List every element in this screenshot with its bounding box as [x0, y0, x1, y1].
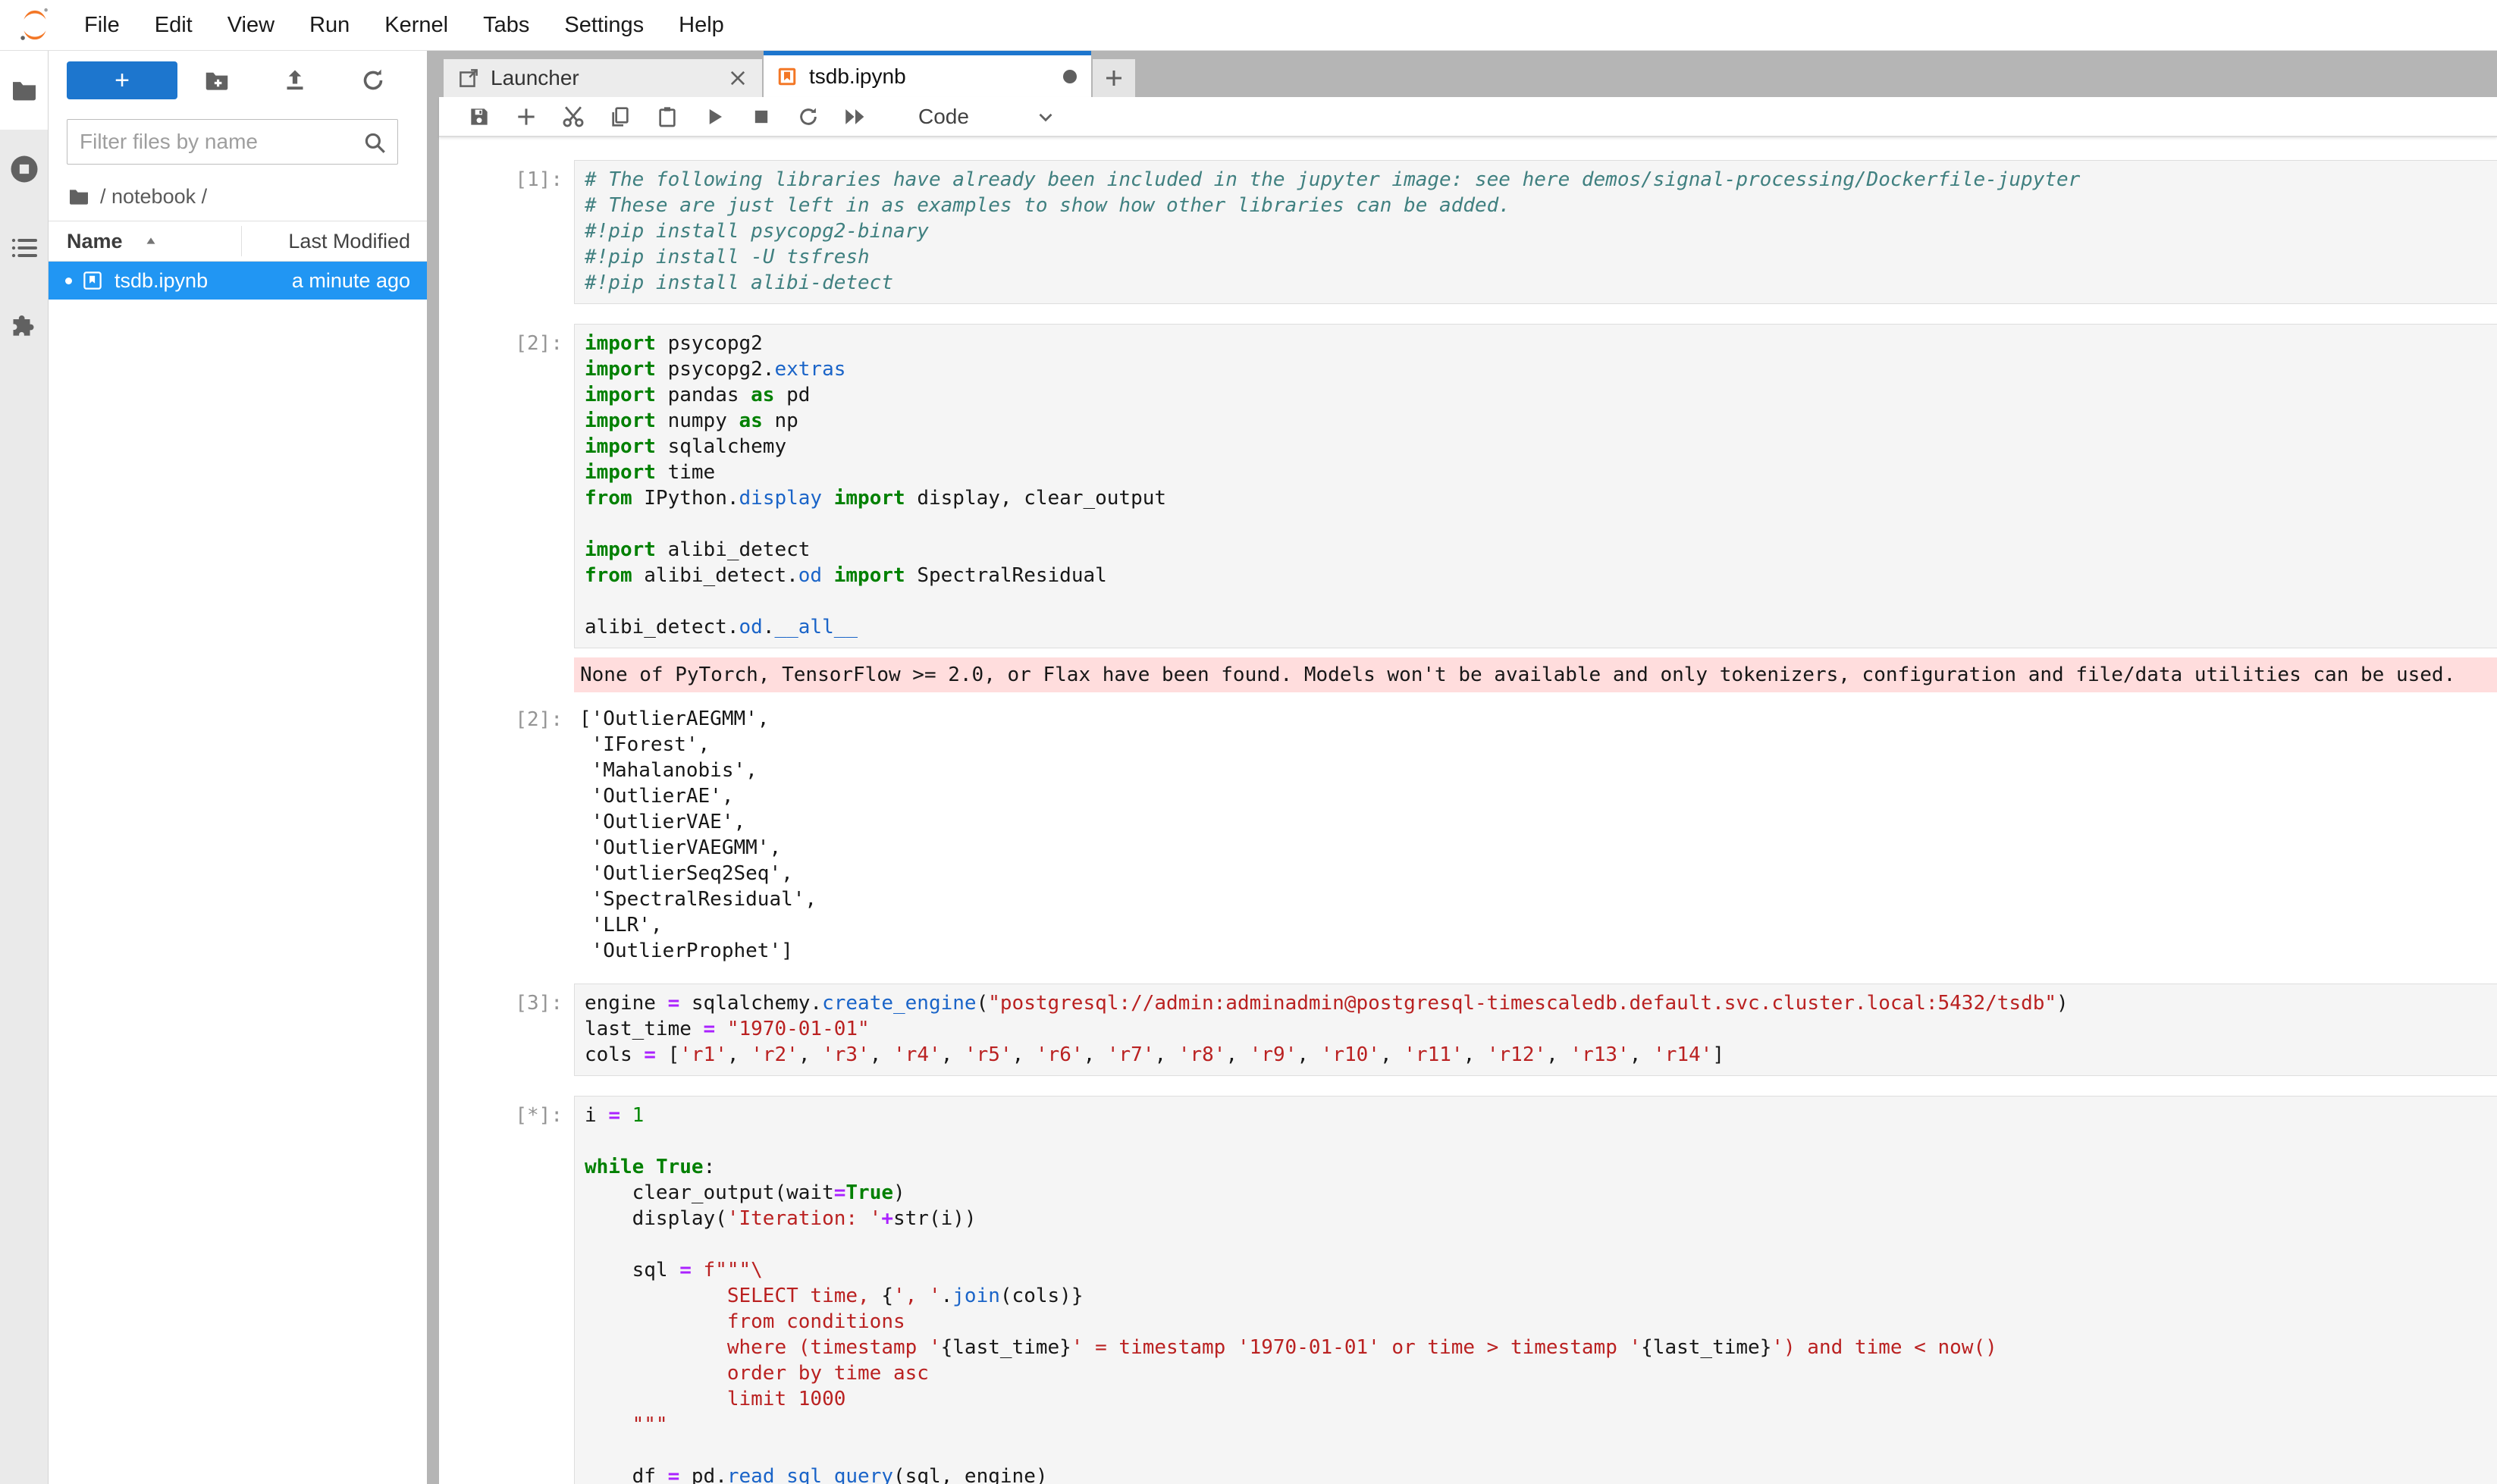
file-row-selected[interactable]: tsdb.ipynb a minute ago — [49, 262, 427, 300]
tab-bar: Launcher tsdb.ipynb — [439, 51, 2497, 97]
filter-files-input[interactable] — [67, 119, 398, 165]
notebook-cell: [1]:# The following libraries have alrea… — [439, 160, 2497, 304]
notebook-file-icon — [81, 269, 104, 292]
menu-bar: File Edit View Run Kernel Tabs Settings … — [0, 0, 2497, 51]
code-cell-input[interactable]: import psycopg2 import psycopg2.extras i… — [574, 324, 2497, 648]
copy-cell-icon[interactable] — [597, 100, 644, 133]
activity-bar — [0, 51, 49, 1484]
menu-settings[interactable]: Settings — [547, 13, 661, 38]
save-icon[interactable] — [456, 100, 503, 133]
plus-icon — [1103, 67, 1125, 89]
notebook-cell: [3]:engine = sqlalchemy.create_engine("p… — [439, 984, 2497, 1076]
restart-kernel-icon[interactable] — [785, 100, 832, 133]
cell-input-row: [2]:import psycopg2 import psycopg2.extr… — [439, 324, 2497, 648]
unsaved-dot-icon — [65, 278, 72, 284]
upload-icon[interactable] — [256, 61, 334, 99]
file-browser-panel: + / notebook / Name Last Modif — [49, 51, 427, 1484]
breadcrumb-path: / notebook / — [100, 185, 207, 209]
file-browser-icon[interactable] — [0, 51, 48, 130]
tab-notebook-label: tsdb.ipynb — [809, 64, 1061, 89]
search-icon — [362, 130, 387, 155]
paste-cell-icon[interactable] — [644, 100, 691, 133]
code-cell-input[interactable]: # The following libraries have already b… — [574, 160, 2497, 304]
menu-kernel[interactable]: Kernel — [367, 13, 466, 38]
output-prompt-empty — [439, 657, 574, 692]
notebook-cell: [2]:import psycopg2 import psycopg2.extr… — [439, 324, 2497, 964]
sidebar-resizer[interactable] — [427, 51, 439, 1484]
home-folder-icon[interactable] — [67, 184, 91, 209]
chevron-down-icon[interactable] — [1034, 105, 1057, 128]
cell-type-dropdown[interactable]: Code — [918, 105, 969, 129]
tab-notebook[interactable]: tsdb.ipynb — [764, 51, 1091, 97]
run-all-icon[interactable] — [832, 100, 879, 133]
jupyter-logo-icon — [15, 5, 55, 45]
notebook-icon — [776, 65, 798, 88]
code-cell-input[interactable]: engine = sqlalchemy.create_engine("postg… — [574, 984, 2497, 1076]
execution-prompt: [*]: — [439, 1096, 574, 1484]
running-sessions-icon[interactable] — [0, 130, 48, 209]
stderr-output: None of PyTorch, TensorFlow >= 2.0, or F… — [574, 657, 2497, 692]
menu-file[interactable]: File — [67, 13, 137, 38]
tab-launcher-label: Launcher — [491, 66, 727, 90]
add-cell-icon[interactable] — [503, 100, 550, 133]
refresh-icon[interactable] — [334, 61, 412, 99]
new-launcher-button[interactable]: + — [67, 61, 177, 99]
menu-view[interactable]: View — [210, 13, 292, 38]
result-output-row: [2]:['OutlierAEGMM', 'IForest', 'Mahalan… — [439, 700, 2497, 964]
menu-tabs[interactable]: Tabs — [466, 13, 547, 38]
execution-prompt: [3]: — [439, 984, 574, 1076]
result-output: ['OutlierAEGMM', 'IForest', 'Mahalanobis… — [574, 700, 2497, 964]
file-modified: a minute ago — [208, 269, 427, 293]
run-icon[interactable] — [691, 100, 738, 133]
stderr-output-row: None of PyTorch, TensorFlow >= 2.0, or F… — [439, 657, 2497, 692]
breadcrumb[interactable]: / notebook / — [49, 171, 427, 221]
execution-prompt: [1]: — [439, 160, 574, 304]
cell-input-row: [3]:engine = sqlalchemy.create_engine("p… — [439, 984, 2497, 1076]
table-of-contents-icon[interactable] — [0, 209, 48, 287]
notebook-toolbar: Code — [439, 97, 2497, 137]
column-header-modified[interactable]: Last Modified — [242, 230, 427, 253]
menu-help[interactable]: Help — [661, 13, 742, 38]
sort-ascending-icon — [143, 233, 159, 249]
cut-cell-icon[interactable] — [550, 100, 597, 133]
menu-run[interactable]: Run — [292, 13, 367, 38]
launcher-icon — [457, 67, 480, 89]
notebook-cells: [1]:# The following libraries have alrea… — [439, 160, 2497, 1484]
notebook-cell: [*]:i = 1 while True: clear_output(wait=… — [439, 1096, 2497, 1484]
stop-icon[interactable] — [738, 100, 785, 133]
dirty-indicator-icon[interactable] — [1061, 67, 1079, 86]
cell-input-row: [1]:# The following libraries have alrea… — [439, 160, 2497, 304]
file-name: tsdb.ipynb — [114, 269, 208, 293]
extensions-icon[interactable] — [0, 287, 48, 366]
new-folder-icon[interactable] — [177, 61, 256, 99]
code-cell-input[interactable]: i = 1 while True: clear_output(wait=True… — [574, 1096, 2497, 1484]
cell-input-row: [*]:i = 1 while True: clear_output(wait=… — [439, 1096, 2497, 1484]
menu-edit[interactable]: Edit — [137, 13, 210, 38]
new-tab-button[interactable] — [1093, 59, 1135, 97]
tab-launcher[interactable]: Launcher — [444, 59, 762, 97]
notebook-panel: [1]:# The following libraries have alrea… — [439, 137, 2497, 1484]
execution-prompt: [2]: — [439, 324, 574, 648]
output-prompt: [2]: — [439, 700, 574, 964]
column-header-name[interactable]: Name — [49, 230, 241, 253]
close-icon[interactable] — [727, 67, 748, 89]
